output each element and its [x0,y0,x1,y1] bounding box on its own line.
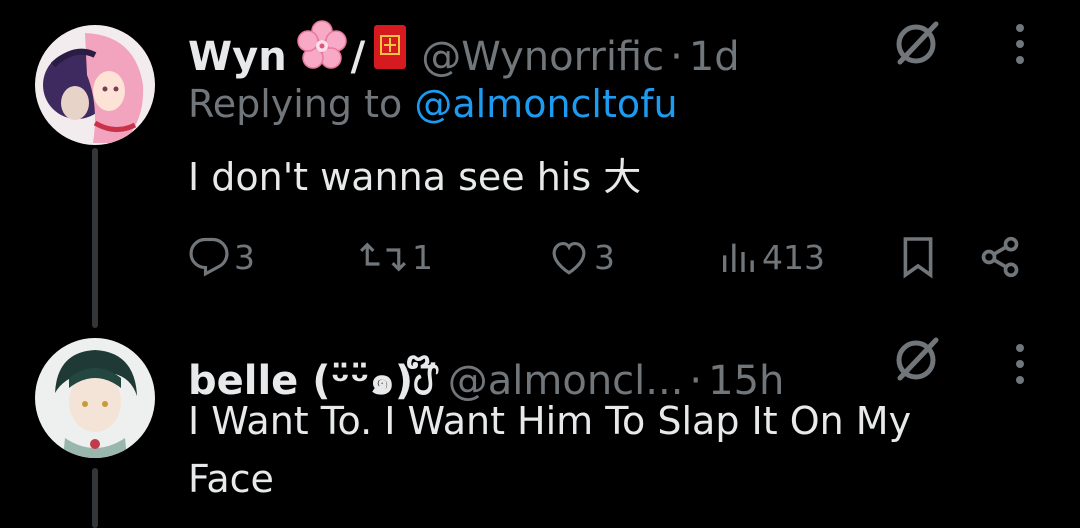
avatar[interactable] [35,25,155,145]
reply-button[interactable]: 3 [188,232,255,282]
retweet-button[interactable]: 1 [358,232,433,282]
grok-icon[interactable] [892,18,942,68]
bookmark-icon [903,237,933,279]
grok-icon[interactable] [892,334,942,384]
like-count: 3 [594,237,615,277]
share-icon [981,236,1019,278]
tweet-actions: 3 1 3 413 [188,232,1038,282]
thread-line [92,148,98,328]
tweet-wyn[interactable]: Wyn / @Wynorrific · 1d Replying to @almo… [0,0,1080,328]
red-envelope-emoji [373,24,407,80]
thread-line [92,468,98,528]
more-icon[interactable] [1014,22,1026,66]
bookmark-button[interactable] [900,232,936,282]
name-separator: / [350,34,366,80]
replying-to: Replying to @almoncltofu [188,82,678,126]
tweet-time[interactable]: 1d [689,34,740,80]
heart-icon [552,241,586,275]
tweet-text-line: Face [188,457,274,501]
retweet-icon [360,242,406,272]
more-icon[interactable] [1014,342,1026,386]
cherry-blossom-emoji [296,20,347,80]
share-button[interactable] [978,232,1022,282]
views-icon [723,243,754,272]
tweet-text: I don't wanna see his 大 [188,155,642,199]
tweet-text-line: I Want To. I Want Him To Slap It On My [188,399,912,443]
replying-handle-link[interactable]: @almoncltofu [414,82,677,126]
tweet-header: Wyn / @Wynorrific · 1d [188,20,740,80]
user-handle[interactable]: @Wynorrific [421,34,664,80]
reply-count: 3 [234,237,255,277]
display-name[interactable]: Wyn [188,34,287,80]
retweet-count: 1 [412,237,433,277]
separator-dot: · [670,34,683,80]
tweet-belle[interactable]: belle (ᵕ̈ᵕ̈๑)ᦔ໊ @almoncl... · 15h I Want… [0,320,1080,528]
replying-label: Replying to [188,82,403,126]
avatar[interactable] [35,338,155,458]
tweet-text: I Want To. I Want Him To Slap It On My F… [188,392,911,508]
like-button[interactable]: 3 [548,232,615,282]
view-count: 413 [762,237,825,277]
views-button[interactable]: 413 [718,232,825,282]
reply-icon [189,237,229,277]
